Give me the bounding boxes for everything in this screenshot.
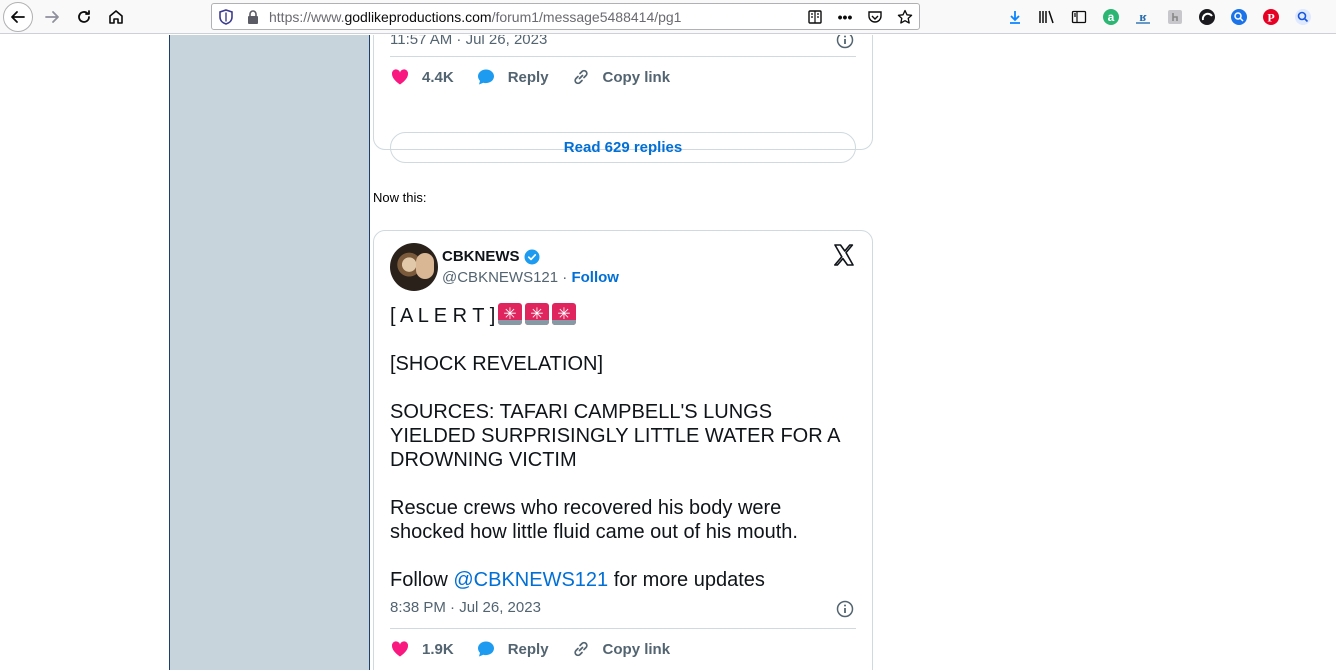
- tweet-paragraph: Rescue crews who recovered his body were…: [390, 497, 798, 543]
- copy-link-label: Copy link: [602, 640, 671, 658]
- dark-reader-icon[interactable]: [1195, 5, 1219, 29]
- mention-link[interactable]: @CBKNEWS121: [453, 569, 608, 591]
- siren-emoji-icon: [498, 303, 523, 327]
- tweet-timestamp[interactable]: 8:38 PM · Jul 26, 2023: [390, 599, 541, 616]
- user-handle: @CBKNEWS121 · Follow: [442, 269, 619, 286]
- reply-label: Reply: [507, 640, 549, 658]
- reply-button[interactable]: Reply: [476, 639, 549, 659]
- pocket-icon[interactable]: [865, 7, 885, 27]
- tweet-actions: 1.9K Reply Copy link: [390, 638, 692, 660]
- reload-button[interactable]: [69, 2, 99, 32]
- display-name[interactable]: CBKNEWS: [442, 248, 540, 265]
- post-content: 11:57 AM · Jul 26, 2023 4.4K Reply Copy …: [372, 35, 892, 670]
- back-button[interactable]: [3, 2, 33, 32]
- home-icon: [109, 10, 123, 24]
- handle-text[interactable]: @CBKNEWS121: [442, 269, 558, 286]
- amazon-assistant-icon[interactable]: a: [1099, 5, 1123, 29]
- forward-button[interactable]: [37, 2, 67, 32]
- follow-link[interactable]: Follow: [571, 269, 619, 286]
- like-button[interactable]: 4.4K: [390, 67, 454, 87]
- tweet-paragraph: [SHOCK REVELATION]: [390, 353, 604, 375]
- tweet-timestamp[interactable]: 11:57 AM · Jul 26, 2023: [390, 35, 547, 48]
- tweet-paragraph-follow: Follow @CBKNEWS121 for more updates: [390, 568, 860, 592]
- copy-link-button[interactable]: Copy link: [571, 67, 671, 87]
- alert-text: [ A L E R T ]: [390, 305, 496, 327]
- forum-sidebar: [169, 35, 370, 670]
- search-extension-icon[interactable]: [1227, 5, 1251, 29]
- grey-extension-icon[interactable]: [1163, 5, 1187, 29]
- copy-link-button[interactable]: Copy link: [571, 639, 671, 659]
- svg-text:ʁ: ʁ: [1139, 9, 1147, 24]
- verified-badge-icon: [524, 249, 539, 264]
- url-text[interactable]: https://www.godlikeproductions.com/forum…: [269, 9, 681, 25]
- x-logo-icon[interactable]: [832, 243, 856, 267]
- copy-link-label: Copy link: [602, 68, 671, 86]
- post-text: Now this:: [373, 190, 427, 205]
- magnifier-extension-icon[interactable]: [1291, 5, 1315, 29]
- download-icon[interactable]: [1003, 5, 1027, 29]
- divider: [390, 56, 856, 57]
- speech-bubble-icon: [477, 641, 494, 657]
- arrow-left-icon: [11, 11, 25, 23]
- shield-icon[interactable]: [218, 9, 234, 25]
- tweet-actions: 4.4K Reply Copy link: [390, 66, 692, 88]
- tweet-paragraph-alert: [ A L E R T ]: [390, 303, 860, 328]
- svg-text:P: P: [1267, 11, 1274, 25]
- like-count: 1.9K: [422, 640, 454, 658]
- url-bar-actions: •••: [805, 7, 915, 27]
- heart-icon: [391, 641, 409, 657]
- reply-label: Reply: [507, 68, 549, 86]
- heart-icon: [391, 69, 409, 85]
- translate-extension-icon[interactable]: ʁ: [1131, 5, 1155, 29]
- url-bar[interactable]: https://www.godlikeproductions.com/forum…: [211, 3, 920, 30]
- display-name-text[interactable]: CBKNEWS: [442, 248, 520, 265]
- tweet-paragraph: SOURCES: TAFARI CAMPBELL'S LUNGS YIELDED…: [390, 401, 840, 471]
- like-count: 4.4K: [422, 68, 454, 86]
- sidebar-toggle-icon[interactable]: [1067, 5, 1091, 29]
- pinterest-icon[interactable]: P: [1259, 5, 1283, 29]
- info-icon[interactable]: [836, 35, 854, 49]
- page-actions-menu-icon[interactable]: •••: [835, 7, 855, 27]
- handle-separator: ·: [558, 269, 572, 286]
- avatar[interactable]: [390, 243, 438, 291]
- siren-emoji-icon: [525, 303, 550, 327]
- embedded-tweet-1[interactable]: 11:57 AM · Jul 26, 2023 4.4K Reply Copy …: [373, 35, 873, 163]
- library-icon[interactable]: [1035, 5, 1059, 29]
- reload-icon: [78, 10, 90, 23]
- reader-view-icon[interactable]: [805, 7, 825, 27]
- tweet-text: [ A L E R T ] [SHOCK REVELATION] SOURCES…: [390, 303, 860, 592]
- follow-prefix: Follow: [390, 569, 454, 591]
- svg-text:a: a: [1108, 10, 1115, 24]
- embedded-tweet-2[interactable]: CBKNEWS @CBKNEWS121 · Follow [ A L E R T…: [373, 230, 873, 670]
- reply-button[interactable]: Reply: [476, 67, 549, 87]
- follow-suffix: for more updates: [608, 569, 765, 591]
- like-button[interactable]: 1.9K: [390, 639, 454, 659]
- web-page: 11:57 AM · Jul 26, 2023 4.4K Reply Copy …: [0, 35, 1336, 670]
- home-button[interactable]: [101, 2, 131, 32]
- divider: [390, 628, 856, 629]
- link-icon: [573, 641, 588, 657]
- arrow-right-icon: [45, 11, 59, 23]
- browser-toolbar: https://www.godlikeproductions.com/forum…: [0, 0, 1336, 34]
- lock-icon[interactable]: [246, 9, 260, 25]
- link-icon: [573, 69, 588, 85]
- read-replies-button[interactable]: Read 629 replies: [390, 132, 856, 163]
- siren-emoji-icon: [552, 303, 577, 327]
- speech-bubble-icon: [477, 69, 494, 85]
- extension-icons: a ʁ P: [1003, 5, 1315, 29]
- info-icon[interactable]: [836, 600, 854, 618]
- bookmark-star-icon[interactable]: [895, 7, 915, 27]
